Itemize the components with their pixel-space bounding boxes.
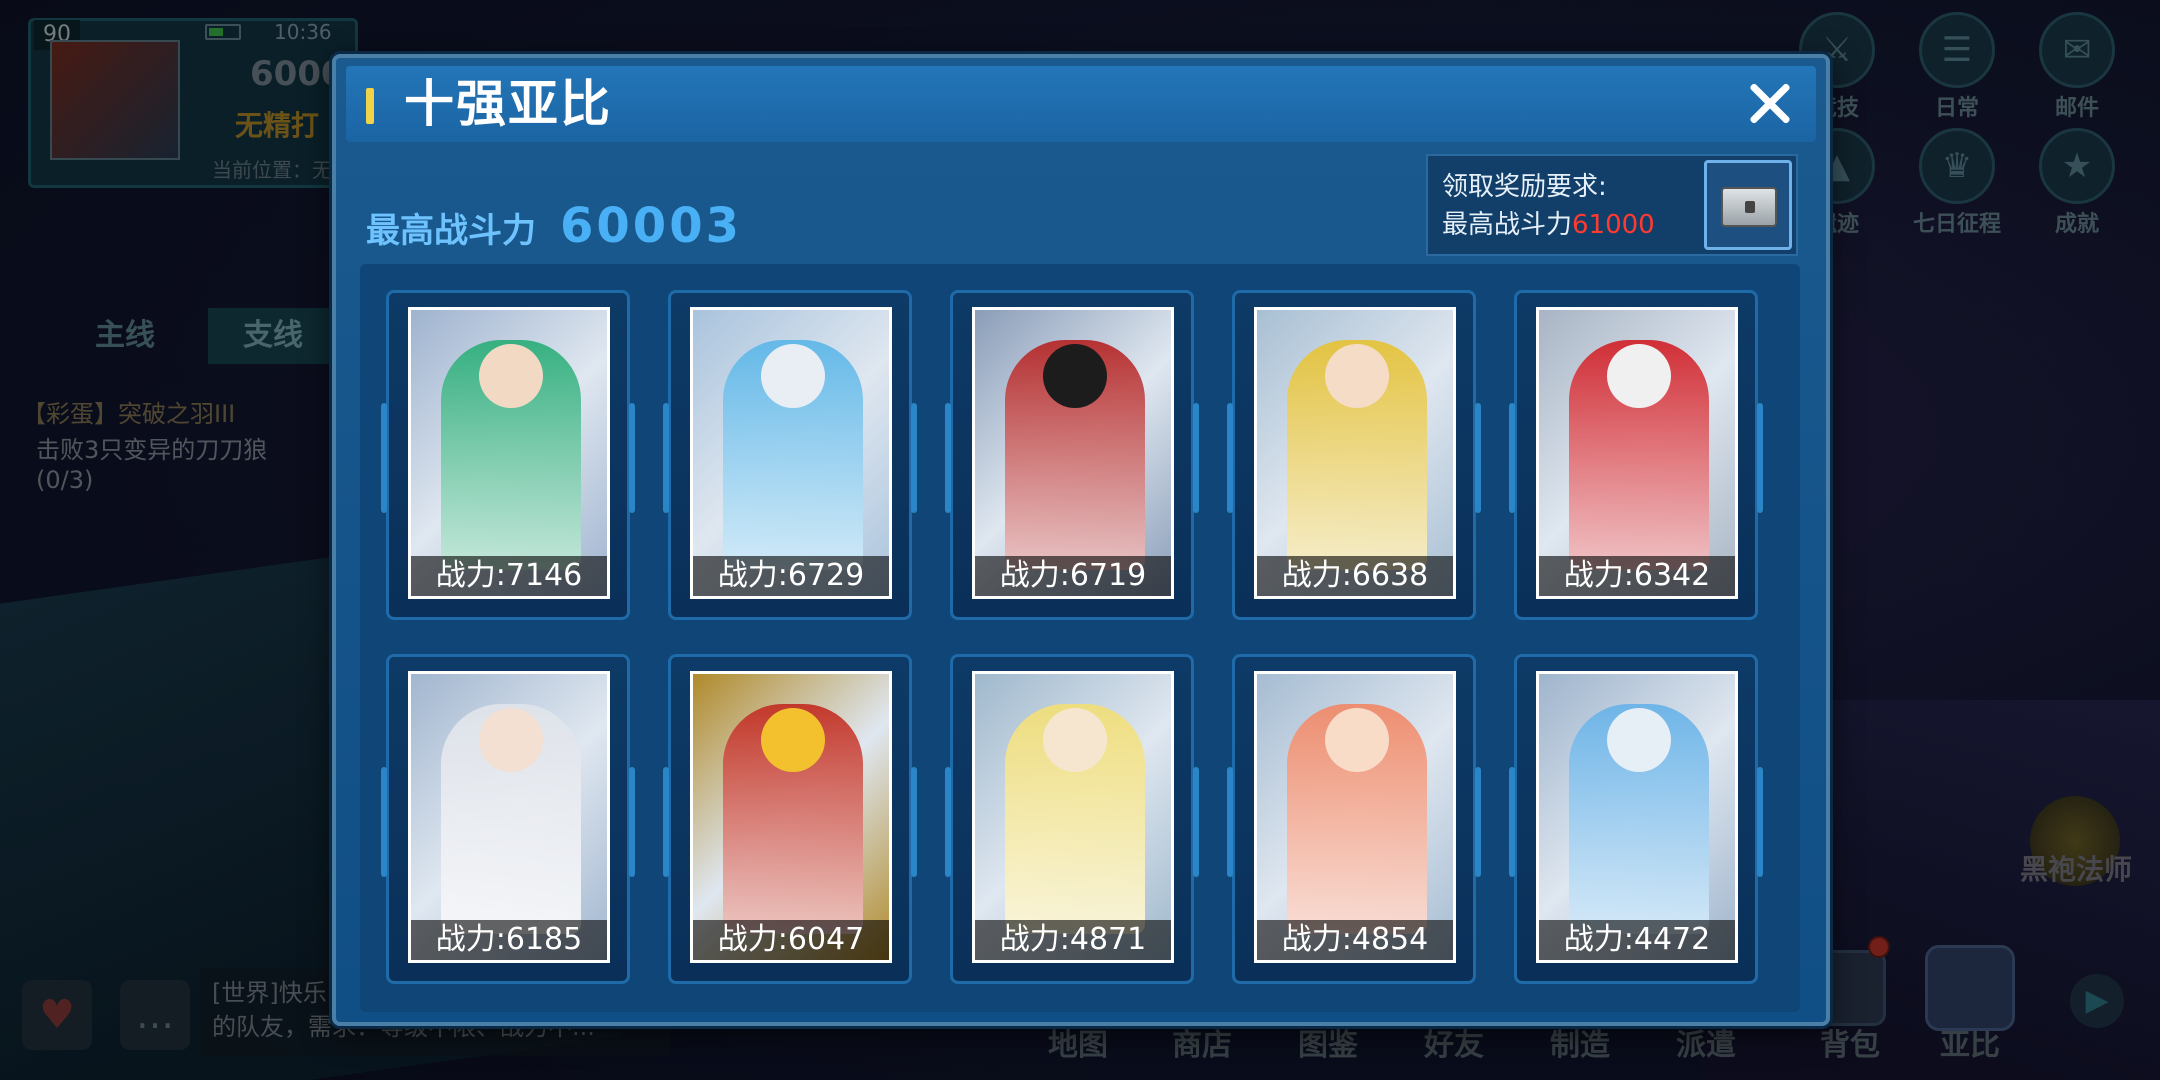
- yabi-card-slot[interactable]: 战力:4472: [1509, 654, 1763, 984]
- max-power-value: 60003: [560, 198, 742, 254]
- yabi-card[interactable]: 战力:7146: [408, 307, 610, 599]
- yabi-portrait: [1539, 310, 1735, 596]
- yabi-head: [761, 708, 825, 772]
- yabi-head: [1325, 708, 1389, 772]
- chest-icon: [1721, 187, 1777, 227]
- yabi-head: [761, 344, 825, 408]
- yabi-card[interactable]: 战力:6047: [690, 671, 892, 963]
- yabi-card-slot[interactable]: 战力:6729: [663, 290, 917, 620]
- yabi-head: [479, 708, 543, 772]
- yabi-power-label: 战力:7146: [411, 556, 607, 596]
- max-power-label: 最高战斗力: [366, 211, 536, 251]
- max-power-display: 最高战斗力 60003: [366, 198, 742, 254]
- yabi-card-slot[interactable]: 战力:6185: [381, 654, 635, 984]
- yabi-power-label: 战力:6729: [693, 556, 889, 596]
- yabi-card[interactable]: 战力:4854: [1254, 671, 1456, 963]
- yabi-card-slot[interactable]: 战力:6719: [945, 290, 1199, 620]
- yabi-card[interactable]: 战力:6729: [690, 307, 892, 599]
- yabi-head: [1043, 344, 1107, 408]
- yabi-portrait: [411, 310, 607, 596]
- yabi-power-label: 战力:6342: [1539, 556, 1735, 596]
- yabi-head: [479, 344, 543, 408]
- yabi-power-label: 战力:4854: [1257, 920, 1453, 960]
- yabi-portrait: [975, 674, 1171, 960]
- yabi-card[interactable]: 战力:4871: [972, 671, 1174, 963]
- yabi-card-grid: 战力:7146 战力:6729 战力:6719 战力:6638 战力:6342 战力:61…: [360, 264, 1800, 1012]
- title-accent-bar: [366, 88, 374, 124]
- yabi-head: [1043, 708, 1107, 772]
- yabi-portrait: [975, 310, 1171, 596]
- yabi-card-slot[interactable]: 战力:4854: [1227, 654, 1481, 984]
- yabi-power-label: 战力:6638: [1257, 556, 1453, 596]
- reward-requirement-text: 领取奖励要求: 最高战斗力61000: [1442, 168, 1655, 244]
- yabi-portrait: [1257, 674, 1453, 960]
- yabi-power-label: 战力:6719: [975, 556, 1171, 596]
- yabi-power-label: 战力:6185: [411, 920, 607, 960]
- yabi-card-slot[interactable]: 战力:4871: [945, 654, 1199, 984]
- yabi-head: [1325, 344, 1389, 408]
- yabi-card-slot[interactable]: 战力:6342: [1509, 290, 1763, 620]
- dialog-header: 十强亚比: [346, 66, 1816, 142]
- yabi-head: [1607, 708, 1671, 772]
- yabi-portrait: [693, 674, 889, 960]
- yabi-portrait: [1539, 674, 1735, 960]
- yabi-card[interactable]: 战力:6638: [1254, 307, 1456, 599]
- yabi-card[interactable]: 战力:6185: [408, 671, 610, 963]
- yabi-power-label: 战力:4871: [975, 920, 1171, 960]
- yabi-card-slot[interactable]: 战力:6047: [663, 654, 917, 984]
- yabi-card[interactable]: 战力:4472: [1536, 671, 1738, 963]
- yabi-card-slot[interactable]: 战力:6638: [1227, 290, 1481, 620]
- reward-requirement-line: 最高战斗力61000: [1442, 206, 1655, 244]
- top-ten-yabi-dialog: 十强亚比 最高战斗力 60003 领取奖励要求: 最高战斗力61000 战力:7…: [332, 54, 1830, 1026]
- yabi-portrait: [1257, 310, 1453, 596]
- yabi-power-label: 战力:4472: [1539, 920, 1735, 960]
- yabi-card[interactable]: 战力:6342: [1536, 307, 1738, 599]
- reward-chest-button[interactable]: [1704, 160, 1792, 250]
- reward-requirement-title: 领取奖励要求:: [1442, 172, 1607, 202]
- yabi-power-label: 战力:6047: [693, 920, 889, 960]
- yabi-portrait: [693, 310, 889, 596]
- dialog-title: 十强亚比: [404, 75, 612, 133]
- yabi-head: [1607, 344, 1671, 408]
- close-icon[interactable]: [1738, 72, 1802, 136]
- yabi-portrait: [411, 674, 607, 960]
- reward-requirement-value: 61000: [1572, 210, 1655, 240]
- yabi-card[interactable]: 战力:6719: [972, 307, 1174, 599]
- yabi-card-slot[interactable]: 战力:7146: [381, 290, 635, 620]
- reward-requirement-label: 最高战斗力: [1442, 210, 1573, 240]
- reward-requirement-box: 领取奖励要求: 最高战斗力61000: [1426, 154, 1798, 256]
